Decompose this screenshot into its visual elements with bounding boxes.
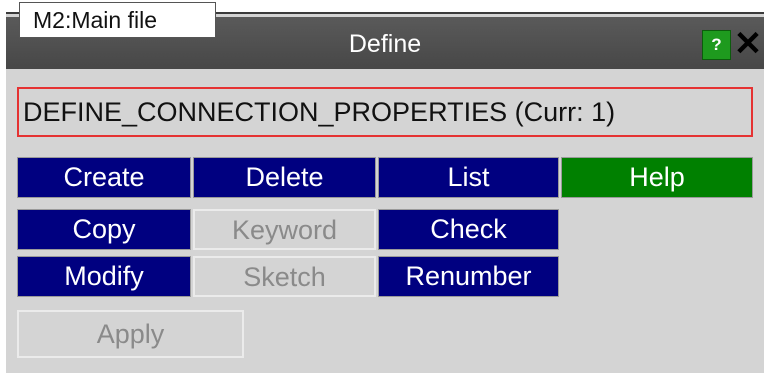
renumber-button[interactable]: Renumber bbox=[378, 256, 559, 297]
list-button[interactable]: List bbox=[378, 157, 559, 198]
delete-button[interactable]: Delete bbox=[193, 157, 376, 198]
keyword-display: DEFINE_CONNECTION_PROPERTIES (Curr: 1) bbox=[17, 87, 753, 137]
sketch-button[interactable]: Sketch bbox=[193, 256, 376, 297]
modify-button[interactable]: Modify bbox=[17, 256, 191, 297]
check-button[interactable]: Check bbox=[378, 209, 559, 250]
close-icon[interactable]: ✕ bbox=[732, 22, 764, 66]
keyword-button[interactable]: Keyword bbox=[193, 209, 376, 250]
window-title: Define bbox=[348, 30, 422, 58]
help-icon[interactable]: ? bbox=[702, 30, 731, 60]
apply-button[interactable]: Apply bbox=[17, 310, 244, 358]
copy-button[interactable]: Copy bbox=[17, 209, 191, 250]
help-button[interactable]: Help bbox=[561, 157, 753, 198]
create-button[interactable]: Create bbox=[17, 157, 191, 198]
